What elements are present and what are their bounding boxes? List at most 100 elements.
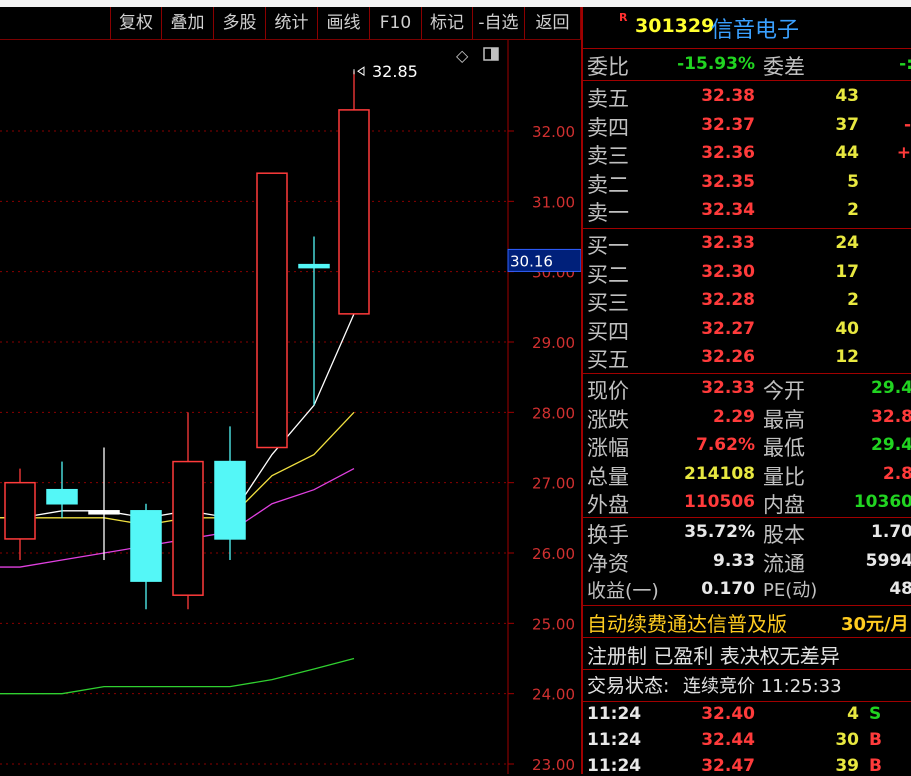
bid-label: 买一	[587, 234, 629, 258]
y-tick-label: 27.00	[532, 475, 575, 493]
quote-panel: R 301329信音电子委比 -15.93% 委差 -: 卖五 32.38 43 卖四 32.37…	[581, 7, 911, 776]
bid-price: 32.33	[701, 233, 755, 253]
candle-body	[256, 172, 288, 449]
fund-value: 5994	[865, 550, 911, 571]
r-marker-icon: R	[619, 11, 628, 24]
status-label: 交易状态:	[587, 675, 670, 697]
ask-price: 32.34	[701, 200, 755, 221]
y-tick-label: 32.00	[532, 123, 575, 141]
candle-body	[4, 481, 36, 540]
toolbar-button-3[interactable]: 统计	[265, 7, 317, 39]
fund-label: PE(动)	[763, 580, 818, 602]
bid-price: 32.27	[701, 318, 755, 339]
tick-side: S	[869, 704, 882, 724]
ask-volume: 44	[835, 143, 859, 164]
kline-chart[interactable]: 32.0031.0030.0029.0028.0027.0026.0025.00…	[0, 40, 581, 774]
bid-price: 32.30	[701, 261, 755, 282]
ask-price: 32.37	[701, 114, 755, 135]
quote-value: 29.4	[871, 435, 911, 456]
quote-value: 110506	[684, 492, 755, 513]
fund-label: 净资	[587, 551, 629, 576]
toolbar-button-6[interactable]: 标记	[421, 7, 472, 39]
ask-price: 32.38	[701, 86, 755, 106]
bid-volume: 12	[835, 347, 859, 368]
candle-body	[214, 460, 246, 540]
quote-value: 29.4	[871, 378, 911, 398]
separator	[583, 605, 911, 606]
quote-label: 涨幅	[587, 436, 629, 461]
candle-body	[172, 460, 204, 596]
fund-label: 流通	[763, 551, 805, 576]
y-tick-label: 23.00	[532, 756, 575, 774]
tick-price: 32.40	[701, 704, 755, 724]
toolbar-button-7[interactable]: -自选	[472, 7, 524, 39]
tick-time: 11:24	[587, 730, 642, 750]
separator	[583, 637, 911, 638]
weibi-value: -15.93%	[677, 54, 755, 74]
fund-value: 0.170	[701, 579, 755, 600]
ask-price: 32.35	[701, 171, 755, 192]
high-label: 32.85	[372, 62, 418, 81]
quote-label: 现价	[587, 379, 629, 403]
bid-label: 买五	[587, 348, 629, 373]
ask-change: +	[896, 143, 911, 164]
toolbar-button-4[interactable]: 画线	[317, 7, 369, 39]
y-tick-label: 24.00	[532, 686, 575, 704]
promo-price[interactable]: 30元/月	[841, 610, 909, 636]
separator	[583, 228, 911, 229]
ma-line-3	[0, 657, 355, 695]
quote-value: 2.29	[713, 406, 755, 427]
promo-link[interactable]: 自动续费通达信普及版	[587, 608, 787, 637]
quote-label: 外盘	[587, 493, 629, 518]
ask-price: 32.36	[701, 143, 755, 164]
ask-label: 卖二	[587, 172, 629, 197]
weibi-label: 委比	[587, 55, 629, 79]
bid-volume: 2	[847, 290, 859, 311]
tick-side: B	[869, 756, 882, 776]
candle-body	[88, 510, 120, 515]
panel-toggle-icon-fill	[491, 48, 498, 60]
tick-price: 32.47	[701, 756, 755, 776]
y-tick-label: 26.00	[532, 545, 575, 563]
separator	[583, 373, 911, 374]
bid-label: 买二	[587, 262, 629, 287]
quote-value: 10360	[853, 492, 911, 513]
toolbar-button-0[interactable]: 复权	[110, 7, 161, 39]
separator	[583, 701, 911, 702]
candle-body	[130, 510, 162, 582]
quote-value: 7.62%	[696, 435, 755, 456]
bid-volume: 24	[835, 233, 859, 253]
separator	[583, 48, 911, 49]
fund-label: 收益(一)	[587, 580, 659, 603]
fund-value: 48	[889, 579, 911, 600]
tick-time: 11:24	[587, 704, 642, 724]
candle-body	[338, 109, 370, 315]
ask-change: -	[903, 114, 911, 135]
tick-side: B	[869, 730, 882, 750]
y-tick-label: 25.00	[532, 615, 575, 633]
tick-price: 32.44	[701, 730, 755, 750]
quote-label: 最高	[763, 407, 805, 432]
stock-tags: 注册制 已盈利 表决权无差异	[587, 644, 840, 668]
toolbar-button-8[interactable]: 返回	[524, 7, 581, 39]
candle-body	[298, 263, 330, 269]
fund-value: 1.70	[871, 522, 911, 542]
stock-code: 301329	[635, 15, 715, 37]
fund-value: 35.72%	[684, 522, 755, 542]
bid-price: 32.28	[701, 290, 755, 311]
y-tick-label: 28.00	[532, 404, 575, 422]
weicha-value: -:	[899, 54, 911, 74]
toolbar-button-2[interactable]: 多股	[213, 7, 265, 39]
ask-label: 卖五	[587, 87, 629, 111]
toolbar-button-5[interactable]: F10	[369, 7, 421, 39]
fund-value: 9.33	[713, 550, 755, 571]
ask-volume: 5	[847, 171, 859, 192]
quote-value: 32.8	[871, 406, 911, 427]
ask-volume: 37	[835, 114, 859, 135]
separator	[583, 669, 911, 670]
status-value: 连续竞价 11:25:33	[683, 676, 842, 697]
separator	[583, 517, 911, 518]
toolbar-button-1[interactable]: 叠加	[161, 7, 213, 39]
quote-value: 214108	[684, 463, 755, 484]
quote-label: 涨跌	[587, 407, 629, 432]
